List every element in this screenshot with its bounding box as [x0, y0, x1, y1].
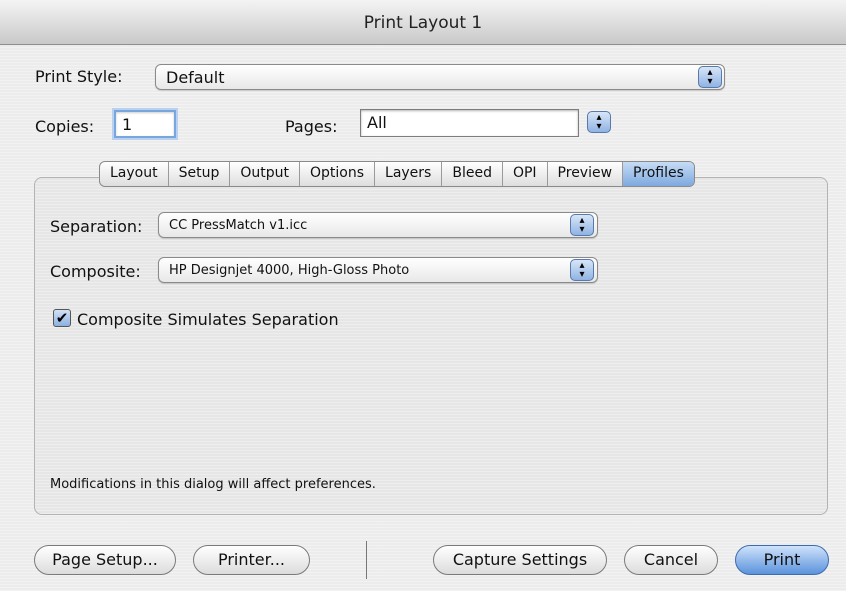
pages-stepper[interactable]: ▴ ▾	[587, 111, 611, 133]
printer-button[interactable]: Printer...	[193, 545, 310, 575]
composite-simulates-label[interactable]: Composite Simulates Separation	[77, 310, 339, 329]
tab-output[interactable]: Output	[230, 162, 300, 186]
tab-preview[interactable]: Preview	[548, 162, 624, 186]
tab-layout[interactable]: Layout	[100, 162, 169, 186]
tab-bleed[interactable]: Bleed	[442, 162, 503, 186]
print-style-stepper-icon: ▴ ▾	[698, 66, 722, 88]
window-title: Print Layout 1	[363, 13, 483, 33]
pages-field[interactable]: All	[360, 109, 579, 137]
title-bar: Print Layout 1	[0, 0, 846, 45]
tab-layers[interactable]: Layers	[375, 162, 443, 186]
separation-stepper-icon: ▴ ▾	[570, 214, 594, 236]
separation-label: Separation:	[50, 217, 143, 236]
copies-label: Copies:	[35, 117, 95, 136]
composite-value: HP Designjet 4000, High-Gloss Photo	[169, 263, 410, 278]
tab-bar: Layout Setup Output Options Layers Bleed…	[99, 161, 695, 187]
print-style-value: Default	[166, 68, 225, 87]
cancel-button[interactable]: Cancel	[624, 545, 718, 575]
button-divider	[366, 541, 367, 579]
print-style-popup[interactable]: Default ▴ ▾	[155, 64, 725, 90]
preferences-note: Modifications in this dialog will affect…	[50, 477, 376, 492]
composite-simulates-checkbox[interactable]: ✔	[53, 309, 71, 327]
capture-settings-button[interactable]: Capture Settings	[433, 545, 607, 575]
tab-options[interactable]: Options	[300, 162, 376, 186]
copies-value: 1	[122, 115, 133, 134]
composite-popup[interactable]: HP Designjet 4000, High-Gloss Photo ▴ ▾	[158, 257, 598, 283]
tab-opi[interactable]: OPI	[503, 162, 548, 186]
pages-label: Pages:	[285, 117, 338, 136]
pages-value: All	[367, 113, 387, 132]
separation-value: CC PressMatch v1.icc	[169, 218, 308, 233]
tab-setup[interactable]: Setup	[169, 162, 231, 186]
print-style-label: Print Style:	[35, 67, 123, 86]
page-setup-button[interactable]: Page Setup...	[34, 545, 176, 575]
separation-popup[interactable]: CC PressMatch v1.icc ▴ ▾	[158, 212, 598, 238]
tab-profiles[interactable]: Profiles	[623, 162, 694, 186]
copies-field[interactable]: 1	[114, 110, 176, 138]
checkmark-icon: ✔	[55, 309, 69, 327]
print-button[interactable]: Print	[735, 545, 829, 575]
composite-stepper-icon: ▴ ▾	[570, 259, 594, 281]
composite-label: Composite:	[50, 262, 141, 281]
